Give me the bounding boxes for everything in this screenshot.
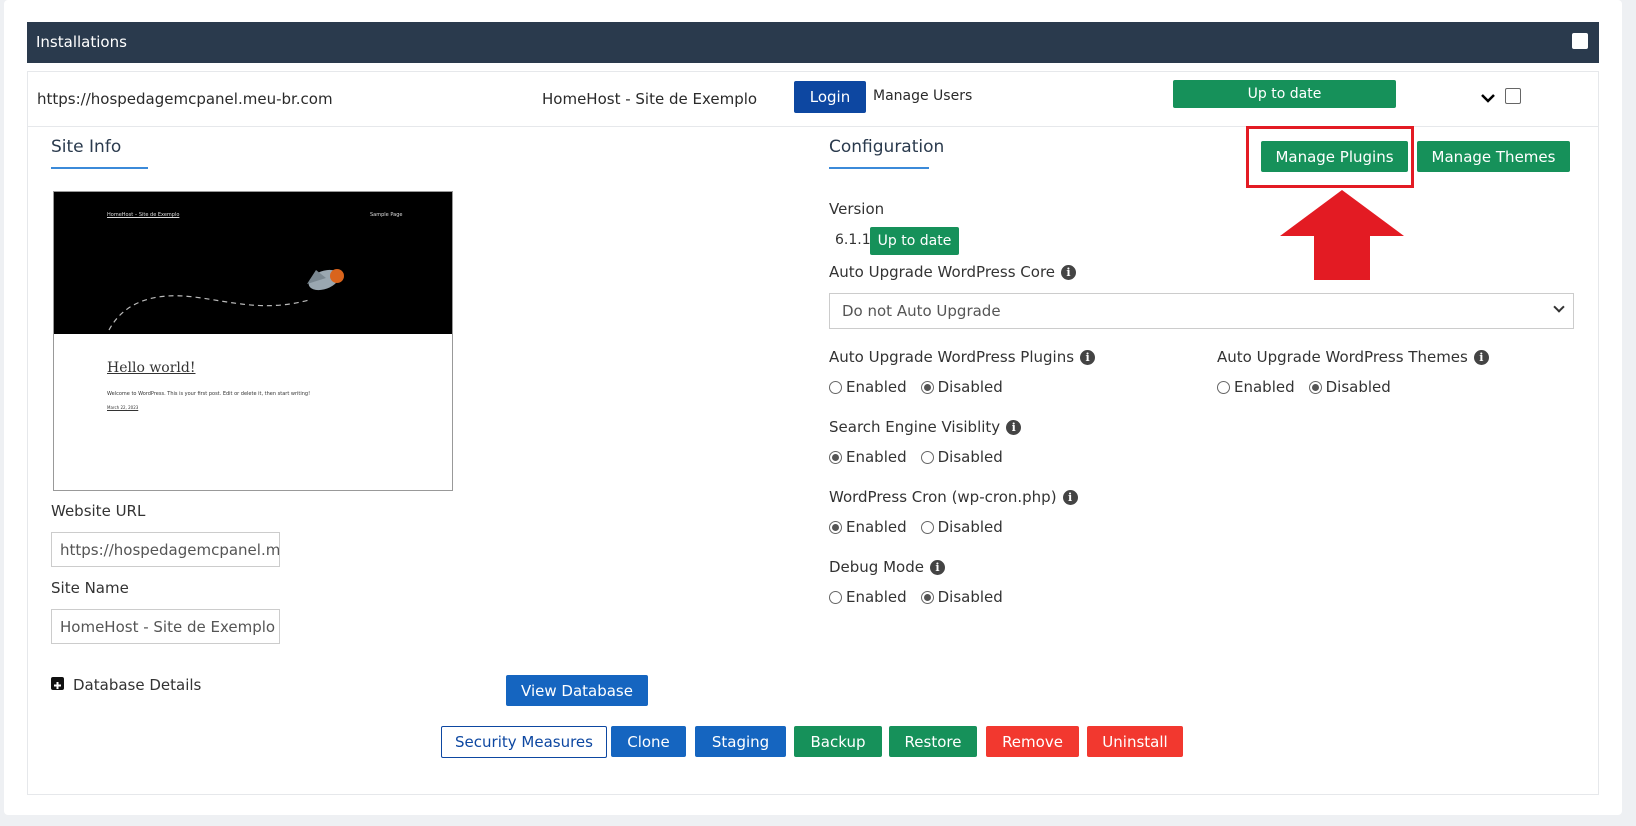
radio-label: Disabled — [937, 448, 1003, 466]
auto-themes-disabled-radio[interactable] — [1308, 380, 1322, 394]
site-info-title: Site Info — [51, 137, 122, 157]
auto-themes-label: Auto Upgrade WordPress Themes i — [1217, 348, 1489, 366]
info-icon: i — [1006, 420, 1022, 435]
auto-core-select[interactable]: Do not Auto Upgrade — [829, 293, 1574, 329]
header-title: Installations — [36, 33, 127, 51]
preview-post-title: Hello world! — [107, 360, 196, 376]
auto-core-selected-value: Do not Auto Upgrade — [842, 302, 1001, 320]
installations-header: Installations — [27, 22, 1599, 63]
auto-core-label: Auto Upgrade WordPress Core i — [829, 263, 1077, 281]
backup-button[interactable]: Backup — [794, 726, 882, 757]
bird-illustration-icon — [108, 269, 344, 331]
auto-plugins-enabled-radio[interactable] — [829, 380, 842, 394]
radio-label: Disabled — [937, 378, 1003, 396]
update-status-button[interactable]: Up to date — [1173, 80, 1396, 108]
debug-disabled-radio[interactable] — [920, 590, 934, 604]
installation-checkbox[interactable] — [1505, 88, 1521, 104]
select-caret-icon — [1553, 301, 1565, 313]
auto-plugins-radio-group: Enabled Disabled — [829, 378, 1003, 396]
chevron-down-icon[interactable] — [1480, 89, 1496, 108]
red-arrow-up-icon — [1280, 190, 1404, 280]
site-name-input[interactable]: HomeHost - Site de Exemplo — [51, 609, 280, 644]
cron-enabled-radio[interactable] — [829, 520, 842, 534]
manage-themes-button[interactable]: Manage Themes — [1417, 141, 1570, 172]
expand-plus-icon[interactable] — [51, 677, 64, 690]
version-value: 6.1.1 — [835, 232, 871, 248]
radio-label: Enabled — [846, 518, 907, 536]
installation-row: https://hospedagemcpanel.meu-br.com Home… — [28, 72, 1598, 127]
preview-post-date: March 22, 2023 — [107, 405, 139, 410]
seo-disabled-radio[interactable] — [920, 450, 934, 464]
configuration-underline — [829, 167, 929, 169]
website-url-input[interactable]: https://hospedagemcpanel.m — [51, 532, 280, 567]
preview-header: HomeHost – Site de Exemplo Sample Page — [54, 192, 452, 334]
radio-label: Enabled — [846, 448, 907, 466]
configuration-title: Configuration — [829, 137, 945, 157]
info-icon: i — [1062, 490, 1078, 505]
info-icon: i — [1473, 350, 1489, 365]
auto-plugins-disabled-radio[interactable] — [920, 380, 934, 394]
installation-site-title: HomeHost - Site de Exemplo — [542, 90, 758, 108]
site-name-label: Site Name — [51, 579, 129, 597]
clone-button[interactable]: Clone — [611, 726, 686, 757]
select-all-checkbox[interactable] — [1572, 33, 1588, 49]
debug-enabled-radio[interactable] — [829, 590, 842, 604]
uninstall-button[interactable]: Uninstall — [1087, 726, 1183, 757]
debug-radio-group: Enabled Disabled — [829, 588, 1003, 606]
radio-label: Enabled — [846, 378, 907, 396]
cron-radio-group: Enabled Disabled — [829, 518, 1003, 536]
view-database-button[interactable]: View Database — [506, 675, 648, 706]
site-info-underline — [51, 167, 148, 169]
remove-button[interactable]: Remove — [986, 726, 1079, 757]
website-url-label: Website URL — [51, 502, 146, 520]
version-label: Version — [829, 200, 885, 218]
info-icon: i — [1080, 350, 1096, 365]
version-status-badge[interactable]: Up to date — [870, 227, 959, 255]
auto-themes-radio-group: Enabled Disabled — [1217, 378, 1391, 396]
auto-themes-enabled-radio[interactable] — [1217, 380, 1230, 394]
login-button[interactable]: Login — [794, 81, 866, 113]
radio-label: Disabled — [937, 588, 1003, 606]
cron-label: WordPress Cron (wp-cron.php) i — [829, 488, 1078, 506]
security-measures-button[interactable]: Security Measures — [441, 726, 607, 758]
info-icon: i — [929, 560, 945, 575]
database-details-toggle[interactable]: Database Details — [73, 676, 201, 694]
site-preview-image[interactable]: HomeHost – Site de Exemplo Sample Page H… — [53, 191, 453, 491]
preview-site-name: HomeHost – Site de Exemplo — [107, 212, 180, 218]
radio-label: Disabled — [937, 518, 1003, 536]
staging-button[interactable]: Staging — [695, 726, 786, 757]
seo-radio-group: Enabled Disabled — [829, 448, 1003, 466]
info-icon: i — [1061, 265, 1077, 280]
cron-disabled-radio[interactable] — [920, 520, 934, 534]
seo-label: Search Engine Visiblity i — [829, 418, 1022, 436]
seo-enabled-radio[interactable] — [829, 450, 842, 464]
restore-button[interactable]: Restore — [889, 726, 977, 757]
installation-url-link[interactable]: https://hospedagemcpanel.meu-br.com — [37, 90, 333, 108]
preview-post-text: Welcome to WordPress. This is your first… — [107, 391, 311, 397]
radio-label: Disabled — [1325, 378, 1391, 396]
radio-label: Enabled — [846, 588, 907, 606]
manage-plugins-highlight-box — [1246, 126, 1414, 188]
auto-plugins-label: Auto Upgrade WordPress Plugins i — [829, 348, 1096, 366]
radio-label: Enabled — [1234, 378, 1295, 396]
preview-nav-link: Sample Page — [370, 212, 403, 218]
manage-users-link[interactable]: Manage Users — [873, 88, 972, 104]
debug-label: Debug Mode i — [829, 558, 945, 576]
